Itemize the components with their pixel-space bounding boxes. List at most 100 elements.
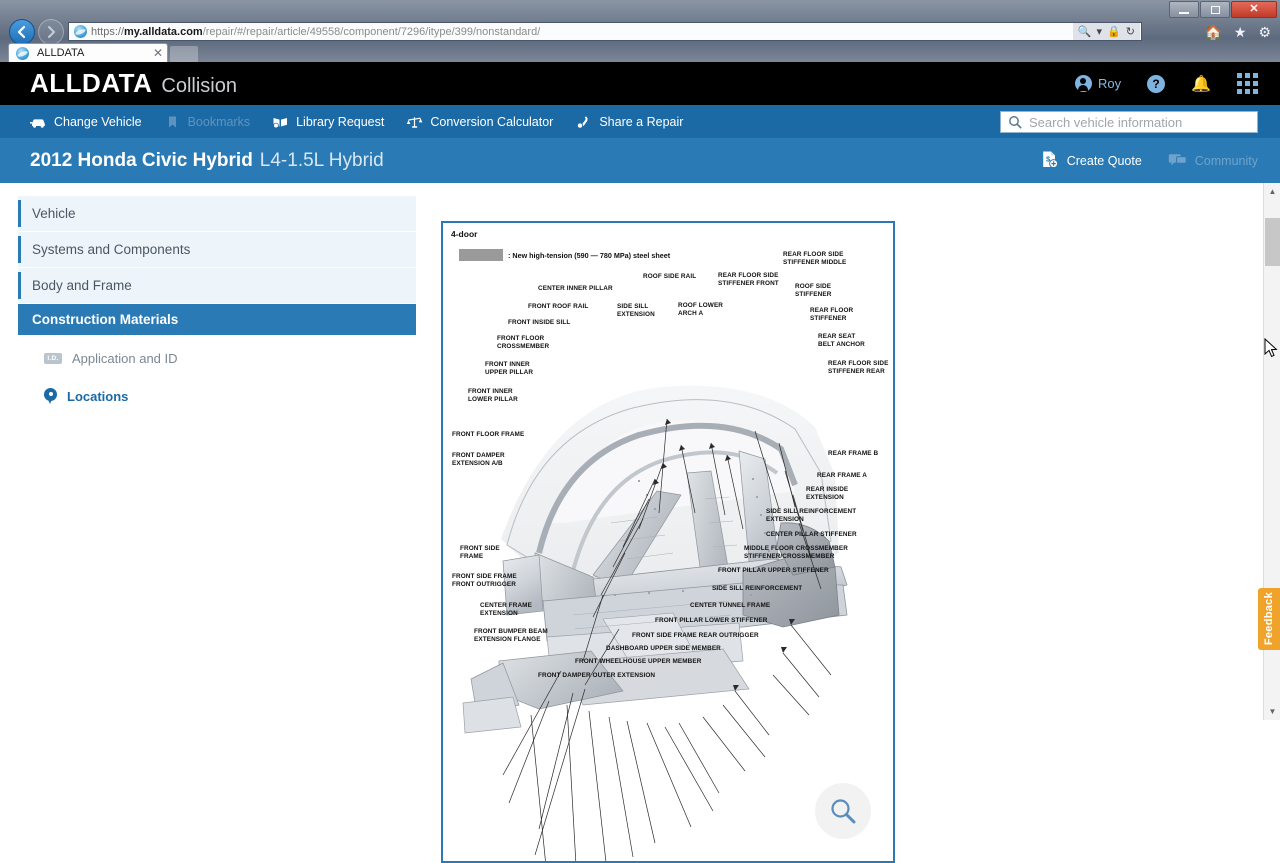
create-quote-label: Create Quote (1066, 153, 1142, 168)
notifications-button[interactable]: 🔔 (1191, 74, 1211, 94)
diagram-label: CENTER PILLAR STIFFENER (766, 531, 857, 538)
diagram-label: REAR FLOOR SIDE STIFFENER REAR (828, 360, 889, 375)
user-menu[interactable]: Roy (1074, 75, 1122, 92)
sidebar-item-body-and-frame[interactable]: Body and Frame (18, 268, 416, 304)
car-icon (30, 115, 47, 129)
refresh-icon[interactable]: ↻ (1126, 25, 1135, 38)
diagram-label: FRONT BUMPER BEAM EXTENSION FLANGE (474, 628, 548, 643)
vehicle-engine: L4-1.5L Hybrid (259, 149, 384, 171)
window-titlebar[interactable]: ✕ (0, 0, 1280, 20)
url-host: my.alldata.com (124, 25, 203, 38)
new-tab-button[interactable] (170, 46, 198, 62)
product-name: Collision (161, 75, 237, 97)
app-header: ALLDATA Collision Roy ? 🔔 (0, 62, 1280, 105)
community-button[interactable]: Community (1168, 152, 1258, 170)
diagram-label: REAR FRAME A (817, 472, 867, 479)
vehicle-bar: 2012 Honda Civic Hybrid L4-1.5L Hybrid $… (0, 138, 1280, 183)
feedback-tab[interactable]: Feedback (1258, 588, 1280, 650)
magnifier-icon (831, 799, 856, 824)
home-icon[interactable]: 🏠 (1204, 24, 1221, 41)
browser-window-chrome: ✕ https://my.alldata.com/repair/#/repair… (0, 0, 1280, 62)
scroll-down-arrow-icon[interactable]: ▼ (1264, 703, 1280, 720)
help-icon: ? (1147, 74, 1166, 93)
apps-button[interactable] (1237, 73, 1258, 94)
diagram-zoom-button[interactable] (815, 783, 871, 839)
browser-tab-label: ALLDATA (37, 47, 85, 59)
main-navbar: Change Vehicle Bookmarks Library Request (0, 105, 1280, 138)
sidebar-item-vehicle[interactable]: Vehicle (18, 196, 416, 232)
feedback-label: Feedback (1263, 592, 1275, 646)
vehicle-bar-actions: $ Create Quote Community (1040, 138, 1258, 183)
search-placeholder: Search vehicle information (1029, 114, 1183, 130)
diagram-label: CENTER INNER PILLAR (538, 285, 613, 292)
diagram-label: CENTER TUNNEL FRAME (690, 602, 771, 609)
sidebar-navigation: Vehicle Systems and Components Body and … (18, 196, 416, 412)
nav-change-vehicle[interactable]: Change Vehicle (30, 115, 142, 129)
url-scheme: https:// (91, 25, 125, 38)
share-icon (575, 115, 592, 129)
diagram-label: FRONT INSIDE SILL (508, 319, 571, 326)
maximize-restore-button[interactable] (1200, 1, 1230, 18)
sidebar-subitem-application-and-id[interactable]: I.D. Application and ID (18, 342, 416, 374)
scrollbar-thumb[interactable] (1265, 218, 1280, 266)
gear-icon[interactable]: ⚙ (1258, 24, 1271, 41)
nav-library-request[interactable]: Library Request (272, 115, 384, 129)
nav-conversion-calculator-label: Conversion Calculator (430, 114, 554, 129)
nav-share-repair[interactable]: Share a Repair (575, 115, 683, 129)
sidebar-item-construction-materials[interactable]: Construction Materials (18, 304, 416, 336)
nav-conversion-calculator[interactable]: Conversion Calculator (406, 115, 553, 129)
close-window-button[interactable]: ✕ (1231, 1, 1277, 18)
internet-explorer-icon (74, 25, 87, 38)
bell-icon: 🔔 (1191, 75, 1211, 93)
diagram-label: FRONT SIDE FRAME FRONT OUTRIGGER (452, 573, 517, 588)
tab-favicon-icon (16, 46, 29, 60)
browser-toolbar-icons: 🏠 ★ ⚙ (1204, 22, 1271, 42)
vehicle-name: 2012 Honda Civic Hybrid (30, 149, 253, 171)
help-button[interactable]: ? (1147, 74, 1166, 93)
url-path: /repair/#/repair/article/49558/component… (202, 25, 541, 38)
diagram-label: SIDE SILL REINFORCEMENT (712, 585, 803, 592)
search-icon (1009, 116, 1022, 129)
diagram-label: REAR INSIDE EXTENSION (806, 486, 849, 501)
scroll-up-arrow-icon[interactable]: ▲ (1264, 183, 1280, 200)
diagram-label: FRONT DAMPER OUTER EXTENSION (538, 672, 656, 679)
minimize-button[interactable] (1169, 1, 1199, 18)
sidebar-subitem-label: Application and ID (72, 350, 178, 366)
app-logo[interactable]: ALLDATA Collision (30, 68, 237, 99)
sidebar-subitem-locations[interactable]: Locations (18, 380, 416, 412)
main-content: Vehicle Systems and Components Body and … (0, 183, 1280, 863)
diagram-label: FRONT PILLAR LOWER STIFFENER (655, 617, 768, 624)
sidebar-item-systems-and-components[interactable]: Systems and Components (18, 232, 416, 268)
url-text: https://my.alldata.com/repair/#/repair/a… (91, 26, 540, 38)
address-bar[interactable]: https://my.alldata.com/repair/#/repair/a… (68, 22, 1142, 41)
forward-arrow-icon (48, 26, 55, 38)
star-icon[interactable]: ★ (1234, 24, 1247, 41)
vehicle-title[interactable]: 2012 Honda Civic Hybrid L4-1.5L Hybrid (30, 150, 384, 172)
search-input[interactable]: Search vehicle information (1000, 111, 1258, 133)
header-actions: Roy ? 🔔 (1074, 62, 1258, 105)
diagram-label: ROOF SIDE STIFFENER (795, 283, 832, 298)
lock-icon: 🔒 (1107, 26, 1121, 38)
search-icon[interactable]: 🔍 (1078, 25, 1092, 38)
user-avatar-icon (1074, 75, 1092, 92)
diagram-label: FRONT INNER UPPER PILLAR (485, 361, 534, 376)
chevron-down-icon[interactable]: ▾ (1097, 25, 1103, 38)
diagram-label: FRONT PILLAR UPPER STIFFENER (718, 567, 829, 574)
diagram-label: FRONT ROOF RAIL (528, 303, 589, 310)
map-pin-icon (44, 387, 57, 405)
construction-materials-diagram[interactable]: 4-door : New high-tension (590 — 780 MPa… (441, 221, 895, 863)
diagram-label: REAR FLOOR SIDE STIFFENER MIDDLE (783, 251, 847, 266)
quote-dollar-icon: $ (1040, 150, 1059, 172)
browser-tab-alldata[interactable]: ALLDATA ✕ (8, 43, 168, 62)
brand-name: ALLDATA (30, 68, 153, 98)
tab-close-icon[interactable]: ✕ (153, 46, 163, 60)
navbar-items: Change Vehicle Bookmarks Library Request (30, 115, 683, 129)
nav-bookmarks[interactable]: Bookmarks (164, 114, 251, 129)
user-name: Roy (1097, 76, 1122, 91)
create-quote-button[interactable]: $ Create Quote (1040, 150, 1142, 172)
diagram-label: SIDE SILL EXTENSION (617, 303, 655, 318)
community-label: Community (1194, 153, 1258, 168)
nav-bookmarks-label: Bookmarks (187, 114, 251, 129)
browser-tabstrip: ALLDATA ✕ (0, 42, 1280, 62)
nav-library-request-label: Library Request (296, 114, 385, 129)
